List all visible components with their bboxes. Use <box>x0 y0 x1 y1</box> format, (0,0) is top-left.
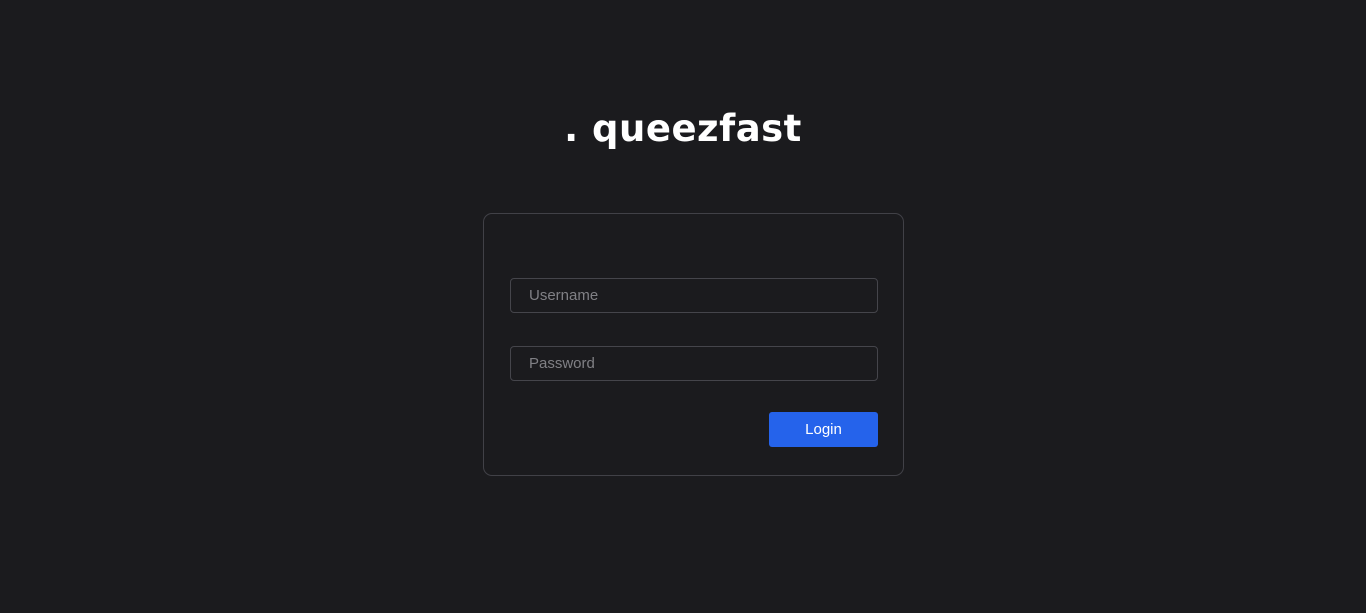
password-input[interactable] <box>510 346 878 381</box>
login-button[interactable]: Login <box>769 412 878 447</box>
login-card: Login <box>483 213 904 476</box>
username-input[interactable] <box>510 278 878 313</box>
app-logo: . queezfast <box>564 107 802 150</box>
